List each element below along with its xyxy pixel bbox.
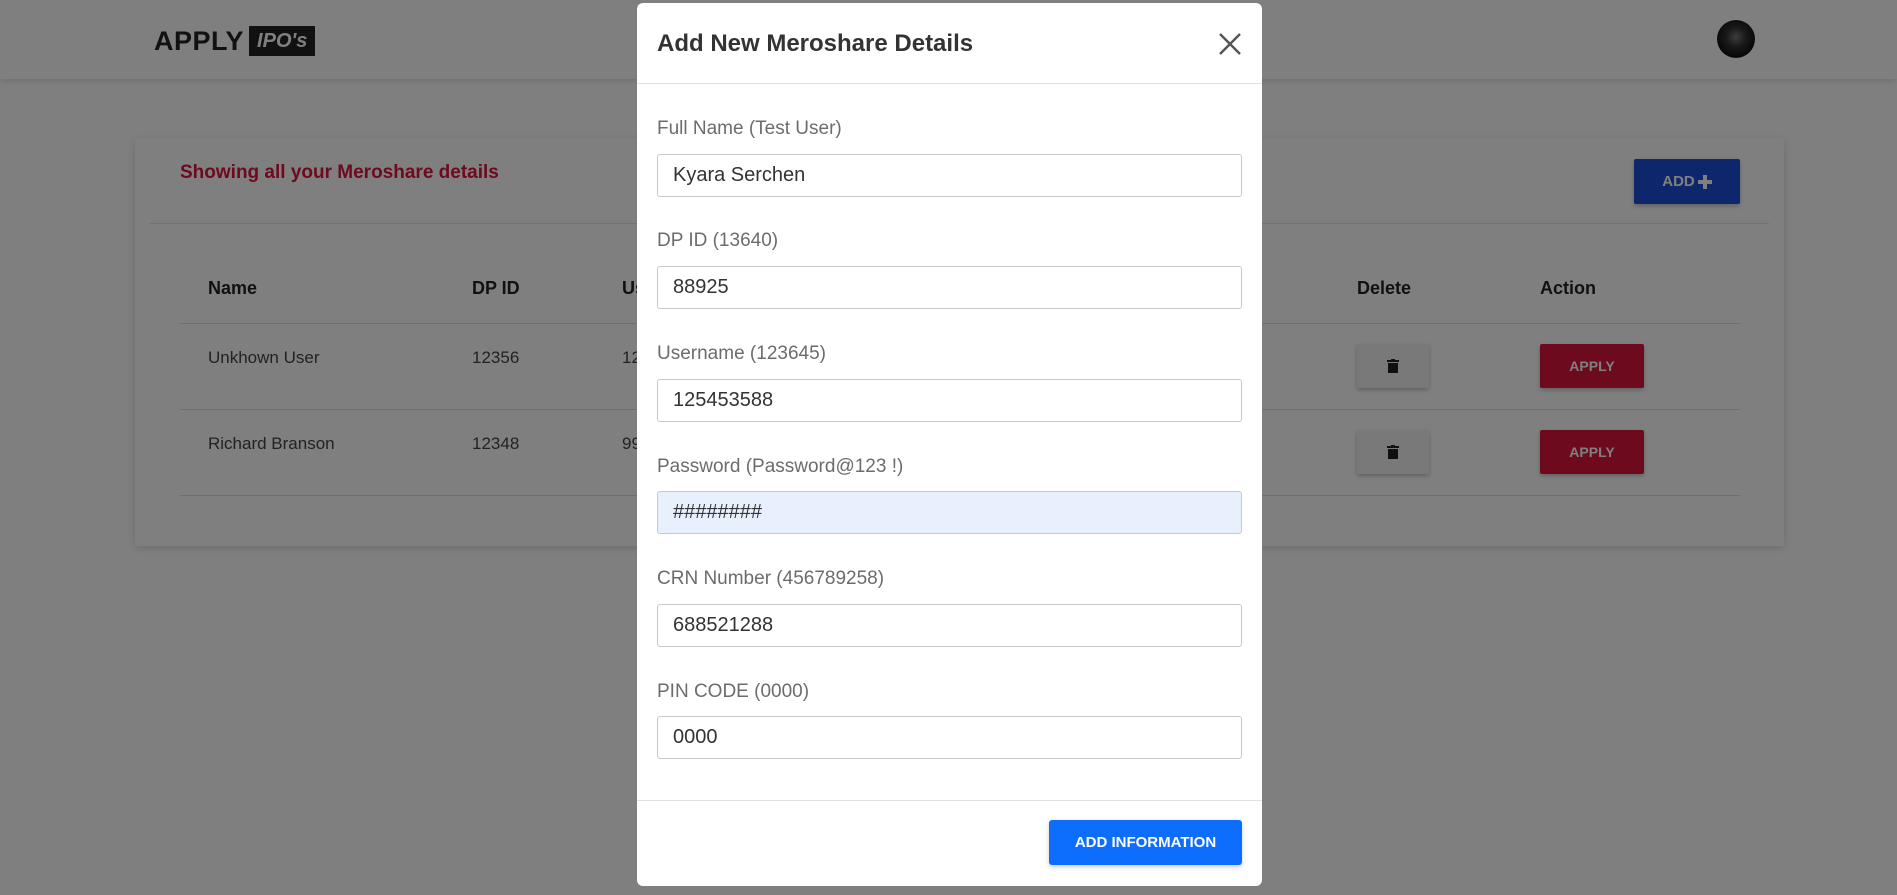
dp-id-input[interactable]	[657, 266, 1242, 309]
add-meroshare-modal: Add New Meroshare Details Full Name (Tes…	[637, 3, 1262, 886]
modal-header: Add New Meroshare Details	[637, 3, 1262, 84]
close-icon	[1219, 33, 1241, 55]
full-name-input[interactable]	[657, 154, 1242, 197]
pin-code-label: PIN CODE (0000)	[657, 681, 810, 702]
password-input[interactable]	[657, 491, 1242, 534]
modal-title: Add New Meroshare Details	[657, 30, 974, 57]
dp-id-label: DP ID (13640)	[657, 230, 779, 251]
modal-footer: ADD INFORMATION	[637, 800, 1262, 886]
crn-number-input[interactable]	[657, 604, 1242, 647]
username-label: Username (123645)	[657, 343, 826, 364]
username-input[interactable]	[657, 379, 1242, 422]
close-button[interactable]	[1215, 29, 1245, 59]
add-information-button[interactable]: ADD INFORMATION	[1049, 820, 1242, 865]
password-label: Password (Password@123 !)	[657, 456, 904, 477]
pin-code-input[interactable]	[657, 716, 1242, 759]
full-name-label: Full Name (Test User)	[657, 118, 842, 139]
crn-number-label: CRN Number (456789258)	[657, 568, 885, 589]
